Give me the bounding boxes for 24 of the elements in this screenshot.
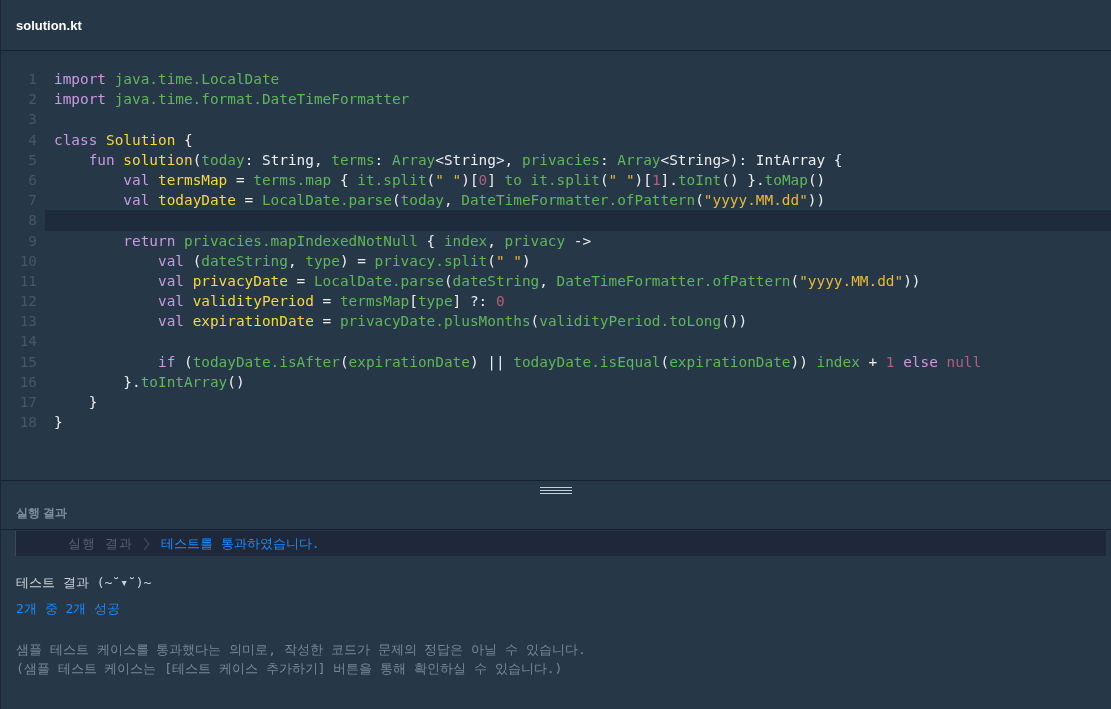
code-line: }.toIntArray() (122, 372, 245, 392)
drag-handle-icon[interactable] (540, 486, 572, 494)
code-line: import java.time.format.DateTimeFormatter (54, 90, 410, 110)
code-line: } (54, 413, 63, 433)
code-line: import java.time.LocalDate (54, 70, 280, 89)
code-line: val privacyDate = LocalDate.parse(dateString, DateTimeFormatter.ofPattern("yyyy.MM.dd")) (156, 271, 921, 291)
code-line: val expirationDate = privacyDate.plusMonths(validityPeriod.toLong()) (156, 312, 748, 332)
chevron-right-icon (142, 536, 151, 551)
code-line: fun solution(today: String, terms: Array<String>, privacies: Array<String>): IntArray { (87, 150, 843, 170)
test-result-heading: 테스트 결과 (~˘▾˘)~ (16, 574, 153, 592)
note-text: 샘플 테스트 케이스를 통과했다는 의미로, 작성한 코드가 문제의 정답은 아닐 수 있습니다. (16, 641, 587, 659)
code-line: class Solution { (54, 130, 193, 150)
test-summary: 2개 중 2개 성공 (16, 600, 122, 618)
panel-title: 실행 결과 (16, 504, 68, 522)
code-line: val todayDate = LocalDate.parse(today, DateTimeFormatter.ofPattern("yyyy.MM.dd")) (122, 191, 826, 211)
code-line: val (dateString, type) = privacy.split(" ") (156, 251, 531, 271)
status-message: 테스트를 통과하였습니다. (160, 534, 320, 553)
code-line: return privacies.mapIndexedNotNull { index, privacy -> (122, 231, 592, 251)
code-line: } (87, 393, 98, 412)
code-line: val termsMap = terms.map { it.split(" ")[0] to it.split(" ")[1].toInt() }.toMap() (122, 170, 826, 190)
note-text: (샘플 테스트 케이스는 [테스트 케이스 추가하기] 버튼을 통해 확인하실 수 있습니다.) (16, 660, 564, 678)
file-name-tab[interactable]: solution.kt (16, 17, 82, 33)
code-line: if (todayDate.isAfter(expirationDate) || todayDate.isEqual(expirationDate)) index + 1 else null (156, 352, 982, 372)
code-line: val validityPeriod = termsMap[type] ?: 0 (156, 292, 505, 312)
